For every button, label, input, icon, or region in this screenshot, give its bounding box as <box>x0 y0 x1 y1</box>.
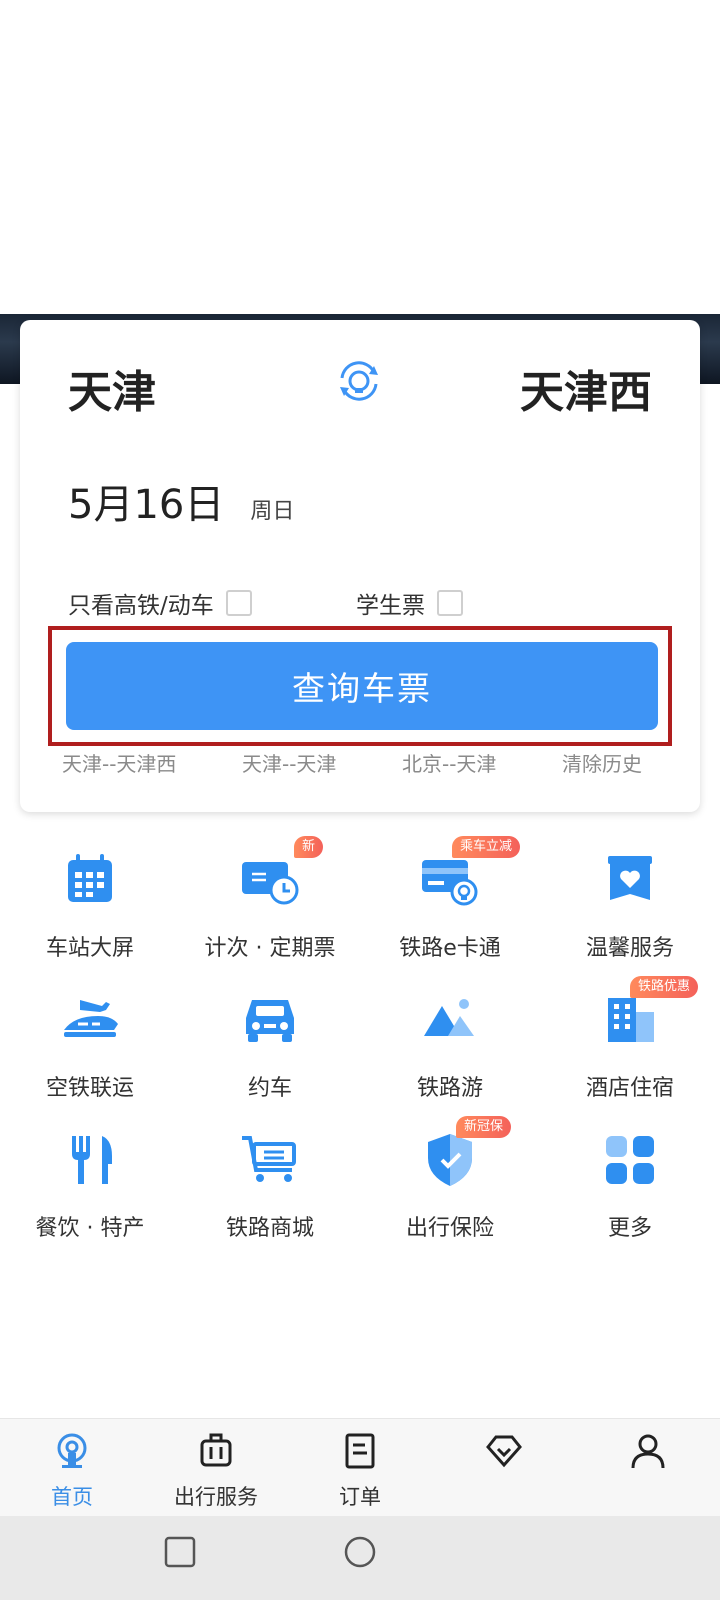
order-doc-icon <box>345 1433 375 1469</box>
tab-travel-service[interactable]: 出行服务 <box>144 1431 288 1511</box>
service-rail-travel[interactable]: 铁路游 <box>360 988 540 1118</box>
top-blank-area <box>0 0 720 314</box>
service-label: 铁路e卡通 <box>399 936 501 961</box>
service-label: 酒店住宿 <box>585 1076 674 1101</box>
plane-train-icon <box>64 1000 118 1037</box>
system-navigation-bar <box>0 1516 720 1600</box>
high-speed-only-checkbox[interactable] <box>225 590 252 616</box>
service-more[interactable]: 更多 <box>540 1128 720 1258</box>
tab-label: 出行服务 <box>174 1485 258 1509</box>
service-air-rail[interactable]: 空铁联运 <box>0 988 180 1118</box>
fork-knife-icon <box>72 1136 112 1184</box>
high-speed-only-option[interactable]: 只看高铁/动车 <box>68 586 252 620</box>
tab-label: 首页 <box>51 1485 93 1509</box>
history-item[interactable]: 天津--天津 <box>242 748 336 777</box>
service-badge: 新 <box>294 836 324 858</box>
service-rail-mall[interactable]: 铁路商城 <box>180 1128 360 1258</box>
railway-logo-icon <box>57 1433 87 1468</box>
travel-date: 5月16日 <box>68 482 225 528</box>
ticket-clock-icon <box>242 862 299 905</box>
date-selector[interactable]: 5月16日 周日 <box>68 472 294 530</box>
service-label: 空铁联运 <box>45 1076 134 1101</box>
swap-stations-icon[interactable] <box>334 356 384 406</box>
luggage-icon <box>200 1433 232 1467</box>
mountain-icon <box>424 999 474 1036</box>
ticket-search-card: 天津 天津西 5月16日 周日 只看高铁/动车 学生票 查询车票 天津--天津西… <box>20 320 700 812</box>
search-tickets-button[interactable]: 查询车票 <box>66 642 658 730</box>
bottom-navigation: 首页 出行服务 订单 <box>0 1418 720 1517</box>
high-speed-only-label: 只看高铁/动车 <box>68 593 214 619</box>
student-ticket-checkbox[interactable] <box>437 590 463 616</box>
tab-membership[interactable] <box>432 1431 576 1511</box>
student-ticket-option[interactable]: 学生票 <box>356 586 463 620</box>
travel-weekday: 周日 <box>250 499 295 524</box>
service-badge: 铁路优惠 <box>630 976 699 998</box>
service-label: 铁路商城 <box>225 1216 314 1241</box>
car-icon <box>246 1000 294 1042</box>
from-station[interactable]: 天津 <box>68 356 156 420</box>
service-badge: 乘车立减 <box>452 836 521 858</box>
service-food[interactable]: 餐饮 · 特产 <box>0 1128 180 1258</box>
service-label: 餐饮 · 特产 <box>35 1216 145 1241</box>
service-car-hailing[interactable]: 约车 <box>180 988 360 1118</box>
diamond-icon <box>486 1435 522 1468</box>
shopping-cart-icon <box>242 1136 296 1182</box>
service-label: 温馨服务 <box>585 936 674 961</box>
clear-history-button[interactable]: 清除历史 <box>562 748 642 777</box>
calendar-screen-icon <box>68 854 112 902</box>
history-item[interactable]: 天津--天津西 <box>62 748 176 777</box>
tab-label: 订单 <box>339 1485 381 1509</box>
service-label: 铁路游 <box>416 1076 483 1101</box>
student-ticket-label: 学生票 <box>356 593 425 619</box>
service-label: 更多 <box>607 1216 652 1241</box>
service-station-screen[interactable]: 车站大屏 <box>0 848 180 978</box>
to-station[interactable]: 天津西 <box>520 356 652 420</box>
service-railway-card[interactable]: 乘车立减 铁路e卡通 <box>360 836 540 978</box>
heart-service-icon <box>608 856 652 900</box>
grid-more-icon <box>606 1136 654 1184</box>
app-screen: 天津 天津西 5月16日 周日 只看高铁/动车 学生票 查询车票 天津--天津西… <box>0 0 720 1600</box>
service-label: 车站大屏 <box>45 936 134 961</box>
home-circle-icon[interactable] <box>342 1536 378 1572</box>
service-label: 出行保险 <box>405 1216 494 1241</box>
service-hotel[interactable]: 铁路优惠 酒店住宿 <box>540 976 720 1118</box>
service-label: 约车 <box>247 1076 292 1101</box>
tab-orders[interactable]: 订单 <box>288 1431 432 1511</box>
history-item[interactable]: 北京--天津 <box>402 748 496 777</box>
tab-profile[interactable] <box>576 1431 720 1511</box>
service-warm-service[interactable]: 温馨服务 <box>540 848 720 978</box>
tab-home[interactable]: 首页 <box>0 1431 144 1511</box>
service-label: 计次 · 定期票 <box>204 936 336 961</box>
recent-apps-icon[interactable] <box>164 1536 196 1568</box>
user-icon <box>631 1434 665 1469</box>
service-count-ticket[interactable]: 新 计次 · 定期票 <box>180 836 360 978</box>
service-badge: 新冠保 <box>456 1116 512 1138</box>
service-insurance[interactable]: 新冠保 出行保险 <box>360 1116 540 1258</box>
